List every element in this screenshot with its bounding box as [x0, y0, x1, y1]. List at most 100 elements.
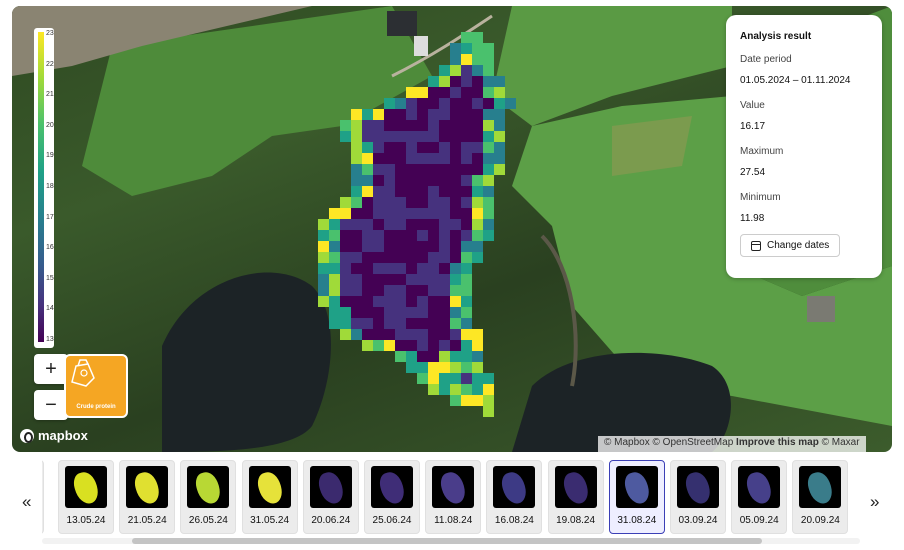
- heatmap-cell: [406, 351, 417, 362]
- heatmap-cell: [417, 219, 428, 230]
- heatmap-cell: [373, 109, 384, 120]
- heatmap-cell: [329, 263, 340, 274]
- heatmap-cell: [450, 373, 461, 384]
- heatmap-cell: [417, 329, 428, 340]
- timeline-thumb-partial[interactable]: [42, 460, 44, 534]
- timeline-thumb[interactable]: 20.06.24: [302, 460, 359, 534]
- heatmap-cell: [351, 120, 362, 131]
- heatmap-cell: [439, 120, 450, 131]
- legend-tick: 13: [46, 336, 54, 343]
- heatmap-cell: [450, 351, 461, 362]
- heatmap-cell: [373, 318, 384, 329]
- change-dates-button[interactable]: Change dates: [740, 234, 841, 257]
- timeline-thumb[interactable]: 16.08.24: [486, 460, 543, 534]
- heatmap-cell: [395, 98, 406, 109]
- heatmap-cell: [450, 98, 461, 109]
- heatmap-cell: [417, 164, 428, 175]
- heatmap-cell: [373, 208, 384, 219]
- heatmap-cell: [450, 142, 461, 153]
- heatmap-cell: [439, 153, 450, 164]
- layer-crude-protein-button[interactable]: Crude protein: [64, 354, 128, 418]
- heatmap-cell: [472, 43, 483, 54]
- heatmap-cell: [384, 263, 395, 274]
- timeline-thumb[interactable]: 20.09.24: [792, 460, 849, 534]
- heatmap-cell: [450, 307, 461, 318]
- heatmap-cell: [472, 230, 483, 241]
- heatmap-cell: [472, 362, 483, 373]
- heatmap-cell: [417, 186, 428, 197]
- legend-tick: 22: [46, 60, 54, 68]
- heatmap-cell: [329, 208, 340, 219]
- legend-tick: 20: [46, 121, 54, 129]
- timeline-thumb[interactable]: 11.08.24: [425, 460, 482, 534]
- heatmap-cell: [406, 263, 417, 274]
- heatmap-cell: [384, 296, 395, 307]
- heatmap-cell: [362, 120, 373, 131]
- attrib-maxar[interactable]: © Maxar: [822, 437, 860, 448]
- timeline-thumb[interactable]: 21.05.24: [119, 460, 176, 534]
- heatmap-cell: [406, 109, 417, 120]
- heatmap-cell: [329, 274, 340, 285]
- heatmap-cell: [439, 241, 450, 252]
- thumb-image: [432, 466, 475, 508]
- heatmap-cell: [417, 318, 428, 329]
- heatmap-cell: [450, 362, 461, 373]
- timeline-thumb[interactable]: 31.05.24: [241, 460, 298, 534]
- heatmap-cell: [406, 241, 417, 252]
- heatmap-cell: [384, 252, 395, 263]
- improve-map-link[interactable]: Improve this map: [736, 437, 819, 448]
- heatmap-cell: [417, 340, 428, 351]
- timeline-prev-button[interactable]: «: [22, 492, 31, 512]
- heatmap-cell: [439, 252, 450, 263]
- heatmap-cell: [395, 208, 406, 219]
- timeline-thumb[interactable]: 05.09.24: [731, 460, 788, 534]
- heatmap-cell: [428, 219, 439, 230]
- heatmap-cell: [329, 307, 340, 318]
- timeline-next-button[interactable]: »: [870, 492, 879, 512]
- heatmap-cell: [417, 362, 428, 373]
- heatmap-cell: [428, 87, 439, 98]
- heatmap-cell: [362, 208, 373, 219]
- heatmap-cell: [340, 329, 351, 340]
- timeline-thumb[interactable]: 03.09.24: [670, 460, 726, 534]
- heatmap-cell: [439, 263, 450, 274]
- zoom-out-button[interactable]: −: [34, 390, 68, 420]
- thumb-field-blob: [377, 469, 407, 507]
- attrib-mapbox[interactable]: © Mapbox: [604, 437, 650, 448]
- legend-tick: 21: [46, 91, 54, 99]
- heatmap-cell: [439, 65, 450, 76]
- timeline-scrollbar-thumb[interactable]: [132, 538, 762, 544]
- mapbox-logo[interactable]: mapbox: [20, 428, 88, 443]
- heatmap-cell: [450, 76, 461, 87]
- timeline-thumb[interactable]: 26.05.24: [180, 460, 237, 534]
- heatmap-cell: [472, 131, 483, 142]
- timeline-thumb[interactable]: 19.08.24: [547, 460, 604, 534]
- zoom-in-button[interactable]: +: [34, 354, 68, 384]
- timeline-thumb[interactable]: 25.06.24: [364, 460, 420, 534]
- heatmap-cell: [351, 142, 362, 153]
- thumb-date: 16.08.24: [494, 515, 534, 526]
- maximum-value: 27.54: [740, 167, 766, 178]
- heatmap-cell: [384, 131, 395, 142]
- heatmap-cell: [406, 131, 417, 142]
- heatmap-cell: [439, 175, 450, 186]
- timeline-thumb[interactable]: 13.05.24: [58, 460, 114, 534]
- heatmap-cell: [417, 98, 428, 109]
- heatmap-cell: [406, 120, 417, 131]
- heatmap-cell: [340, 318, 351, 329]
- heatmap-cell: [417, 285, 428, 296]
- heatmap-cell: [450, 329, 461, 340]
- heatmap-cell: [428, 296, 439, 307]
- heatmap-cell: [483, 76, 494, 87]
- heatmap-cell: [450, 120, 461, 131]
- timeline-scrollbar[interactable]: [42, 538, 860, 544]
- timeline-thumb[interactable]: 31.08.24: [608, 460, 665, 534]
- legend-tick: 18: [46, 183, 54, 190]
- heatmap-cell: [439, 340, 450, 351]
- heatmap-cell: [406, 197, 417, 208]
- attrib-osm[interactable]: © OpenStreetMap: [653, 437, 734, 448]
- satellite-map[interactable]: 23 22 21 20 19 18 17 16 15 14 13 + − Crude protein…: [12, 6, 892, 452]
- heatmap-cell: [384, 318, 395, 329]
- heatmap-cell: [461, 241, 472, 252]
- heatmap-cell: [351, 219, 362, 230]
